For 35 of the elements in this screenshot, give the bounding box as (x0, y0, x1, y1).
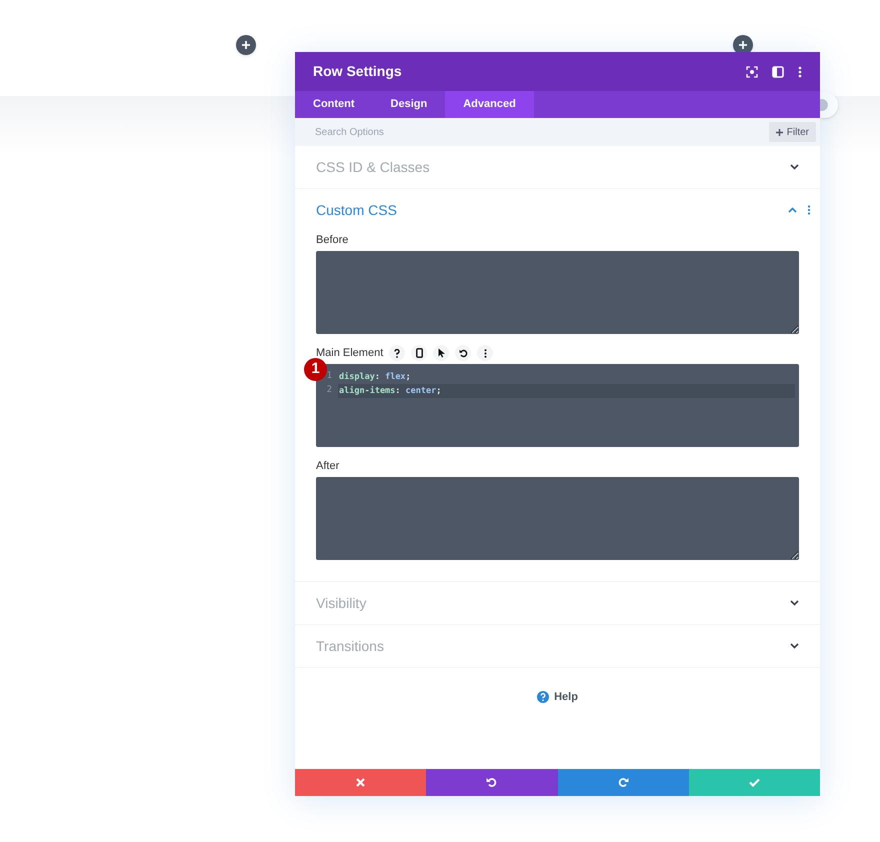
cursor-icon[interactable] (433, 345, 450, 361)
chevron-down-icon[interactable] (790, 643, 799, 649)
help-icon (537, 691, 550, 703)
tab[interactable]: Advanced (445, 91, 534, 118)
check-icon (748, 778, 760, 787)
help-link[interactable]: Help (537, 688, 578, 706)
fullscreen-icon[interactable] (746, 66, 758, 78)
field-label: Before (316, 232, 348, 248)
undo-icon (486, 777, 498, 788)
kebab-menu-icon[interactable] (798, 66, 802, 78)
plus-icon (776, 128, 783, 136)
line-number: 1 (326, 370, 333, 384)
filter-button[interactable]: Filter (768, 122, 816, 142)
search-field[interactable]: Search Options (295, 118, 769, 146)
kebab-menu-icon[interactable] (477, 345, 494, 361)
redo-icon (618, 777, 629, 788)
split-view-icon[interactable] (772, 66, 784, 78)
chevron-down-icon[interactable] (790, 600, 799, 606)
plus-icon (739, 41, 747, 49)
close-icon (356, 778, 366, 787)
reset-icon[interactable] (455, 345, 472, 361)
tab[interactable]: Content (295, 91, 373, 118)
field-label: After (316, 458, 340, 474)
step-badge: 1 (304, 358, 327, 381)
line-number: 2 (326, 384, 333, 398)
plus-icon (242, 41, 250, 49)
code-line: display: flex; (338, 370, 412, 384)
window-title: Row Settings (313, 62, 403, 81)
field-label: Main Element (316, 346, 384, 361)
chevron-down-icon[interactable] (790, 164, 799, 170)
section-title[interactable]: Custom CSS (316, 200, 788, 220)
help-icon[interactable] (389, 345, 406, 361)
chevron-up-icon[interactable] (788, 207, 797, 213)
phone-icon[interactable] (411, 345, 428, 361)
tab[interactable]: Design (372, 91, 446, 118)
